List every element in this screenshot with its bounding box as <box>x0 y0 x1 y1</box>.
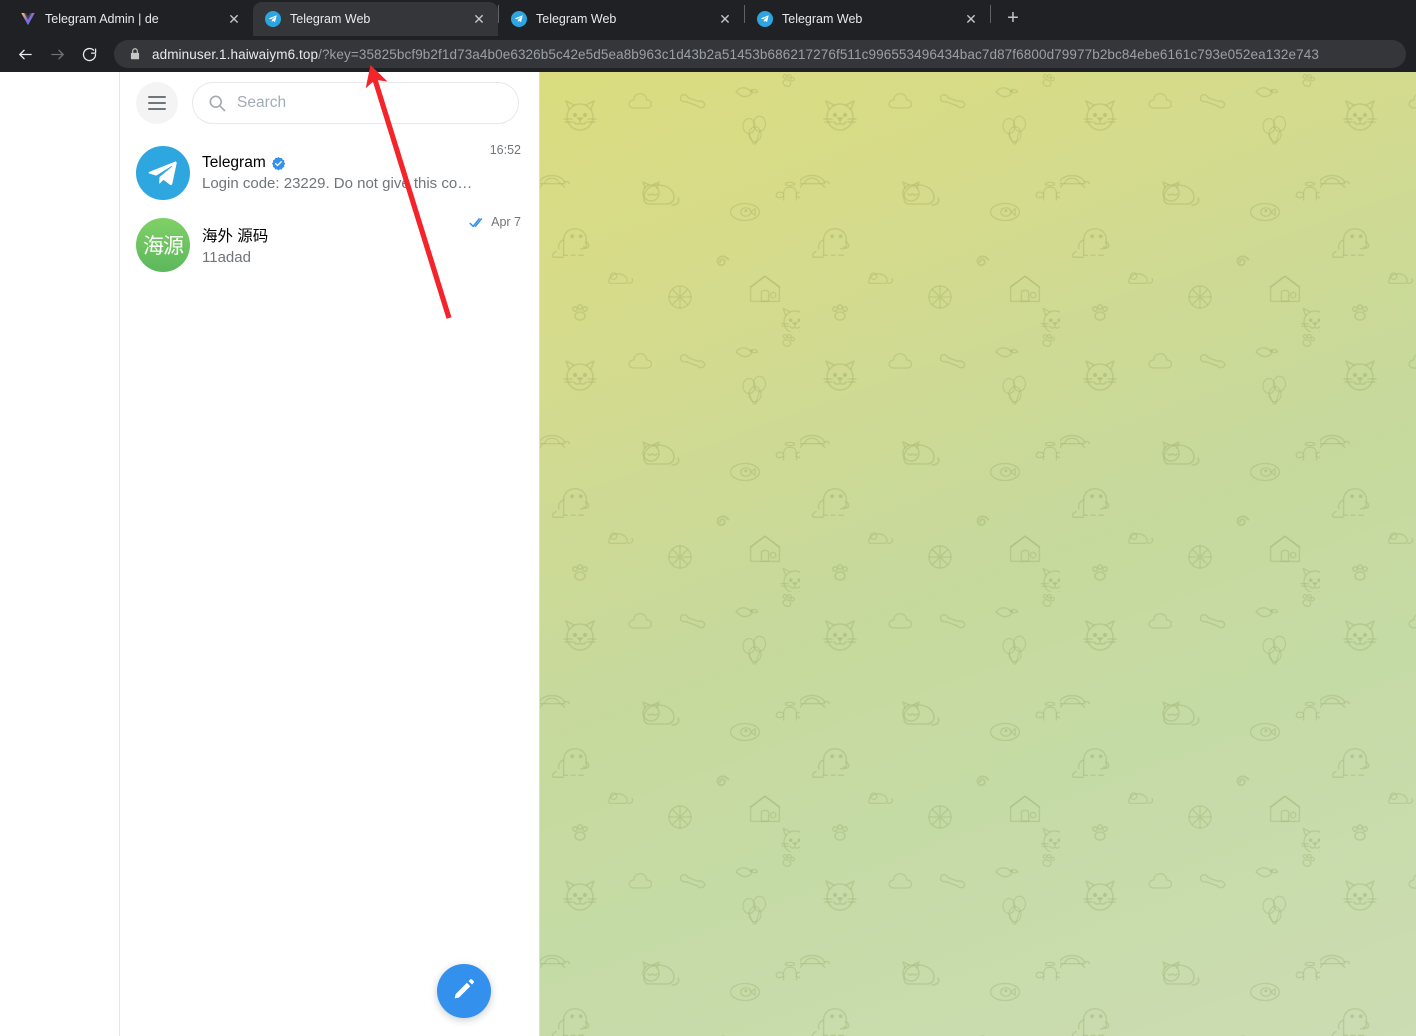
avatar: 海源 <box>136 218 190 272</box>
chat-meta: 16:52 <box>490 143 521 157</box>
back-arrow-icon[interactable] <box>10 39 40 69</box>
chat-list-item-telegram[interactable]: Telegram Login code: 23229. Do not give … <box>120 137 539 209</box>
browser-toolbar: adminuser.1.haiwaiym6.top/?key=35825bcf9… <box>0 36 1416 72</box>
browser-tab-4[interactable]: Telegram Web ✕ <box>745 2 990 36</box>
chat-background-area <box>540 72 1416 1036</box>
avatar <box>136 146 190 200</box>
forward-arrow-icon <box>42 39 72 69</box>
telegram-icon <box>757 11 773 27</box>
left-gutter <box>0 72 120 1036</box>
hamburger-menu-icon[interactable] <box>136 82 178 124</box>
chat-list-item-haiwai[interactable]: 海源 海外 源码 11adad Apr 7 <box>120 209 539 281</box>
telegram-icon <box>511 11 527 27</box>
chat-list-header <box>120 75 539 131</box>
lock-icon[interactable] <box>128 47 142 61</box>
verified-badge-icon <box>271 156 286 171</box>
pencil-icon <box>452 977 476 1006</box>
url-text[interactable]: adminuser.1.haiwaiym6.top/?key=35825bcf9… <box>152 47 1319 62</box>
reload-icon[interactable] <box>74 39 104 69</box>
chat-preview: Login code: 23229. Do not give this code… <box>202 175 478 192</box>
vuejs-icon <box>20 11 36 27</box>
chat-list-panel: Telegram Login code: 23229. Do not give … <box>120 72 540 1036</box>
chat-item-text: 海外 源码 11adad <box>202 224 457 266</box>
chat-preview: 11adad <box>202 249 251 266</box>
close-icon[interactable]: ✕ <box>470 10 488 28</box>
chat-timestamp: 16:52 <box>489 143 521 157</box>
url-path: /?key=35825bcf9b2f1d73a4b0e6326b5c42e5d5… <box>318 46 1319 62</box>
chat-timestamp: Apr 7 <box>491 215 521 229</box>
address-bar[interactable]: adminuser.1.haiwaiym6.top/?key=35825bcf9… <box>114 40 1406 68</box>
tab-separator <box>990 5 991 23</box>
page-content: Telegram Login code: 23229. Do not give … <box>0 72 1416 1036</box>
browser-chrome: Telegram Admin | de ✕ Telegram Web ✕ Tel… <box>0 0 1416 72</box>
chat-name: 海外 源码 <box>202 228 269 245</box>
browser-tab-2[interactable]: Telegram Web ✕ <box>253 2 498 36</box>
chat-wallpaper-pattern <box>540 72 1416 1036</box>
close-icon[interactable]: ✕ <box>962 10 980 28</box>
new-tab-button[interactable]: + <box>999 4 1027 32</box>
new-message-button[interactable] <box>437 964 491 1018</box>
chat-list[interactable]: Telegram Login code: 23229. Do not give … <box>120 131 539 1036</box>
read-receipt-icon <box>469 216 487 228</box>
tab-title: Telegram Web <box>536 12 617 26</box>
search-input[interactable] <box>237 94 504 112</box>
close-icon[interactable]: ✕ <box>225 10 243 28</box>
telegram-icon <box>265 11 281 27</box>
search-box[interactable] <box>192 82 519 124</box>
tab-title: Telegram Web <box>290 12 371 26</box>
tab-strip: Telegram Admin | de ✕ Telegram Web ✕ Tel… <box>0 0 1416 36</box>
chat-name: Telegram <box>202 154 266 171</box>
tab-title: Telegram Web <box>782 12 863 26</box>
search-icon <box>207 93 227 113</box>
url-host: adminuser.1.haiwaiym6.top <box>152 46 319 62</box>
chat-meta: Apr 7 <box>469 215 521 229</box>
chat-item-text: Telegram Login code: 23229. Do not give … <box>202 154 478 192</box>
avatar-initials: 海源 <box>143 235 184 258</box>
browser-tab-3[interactable]: Telegram Web ✕ <box>499 2 744 36</box>
tab-title: Telegram Admin | de <box>45 12 159 26</box>
browser-tab-1[interactable]: Telegram Admin | de ✕ <box>8 2 253 36</box>
close-icon[interactable]: ✕ <box>716 10 734 28</box>
